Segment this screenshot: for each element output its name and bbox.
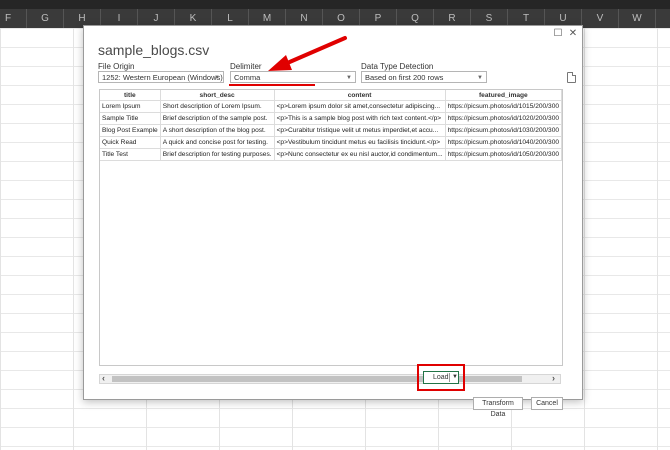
- annotation-arrow: [268, 36, 347, 71]
- annotation-underline: [229, 84, 315, 86]
